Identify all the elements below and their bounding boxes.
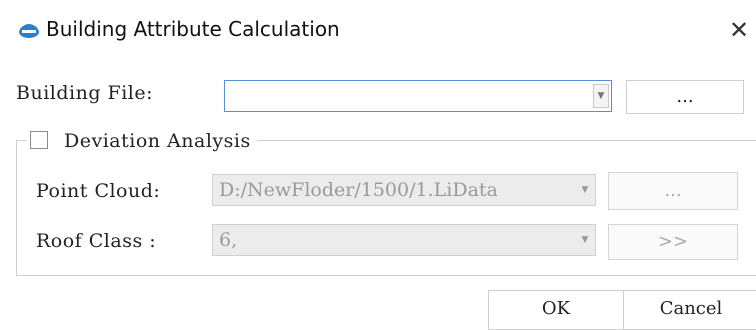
chevron-down-icon[interactable]: ▼ — [577, 228, 593, 252]
point-cloud-browse-button[interactable]: ... — [608, 172, 738, 210]
close-icon[interactable]: ✕ — [726, 16, 752, 44]
app-logo-icon — [18, 23, 40, 39]
point-cloud-value: D:/NewFloder/1500/1.LiData — [219, 179, 498, 201]
point-cloud-combo[interactable]: D:/NewFloder/1500/1.LiData ▼ — [212, 174, 596, 206]
chevron-down-icon[interactable]: ▼ — [593, 84, 609, 108]
building-file-combo[interactable]: ▼ — [224, 80, 612, 112]
cancel-button[interactable]: Cancel — [623, 290, 756, 330]
building-attribute-dialog: Building Attribute Calculation ✕ Buildin… — [0, 0, 756, 330]
roof-class-label: Roof Class : — [36, 230, 157, 252]
chevron-down-icon[interactable]: ▼ — [577, 178, 593, 202]
deviation-analysis-label: Deviation Analysis — [64, 130, 251, 152]
building-file-label: Building File: — [16, 82, 154, 104]
point-cloud-label: Point Cloud: — [36, 180, 161, 202]
ok-button[interactable]: OK — [488, 290, 624, 330]
roof-class-value: 6, — [219, 229, 238, 251]
window-title: Building Attribute Calculation — [46, 17, 340, 41]
deviation-analysis-legend: Deviation Analysis — [26, 126, 257, 156]
roof-class-combo[interactable]: 6, ▼ — [212, 224, 596, 256]
deviation-analysis-checkbox[interactable] — [30, 131, 48, 149]
title-bar: Building Attribute Calculation ✕ — [0, 0, 756, 62]
building-file-browse-button[interactable]: ... — [626, 80, 744, 114]
roof-class-expand-button[interactable]: >> — [608, 224, 738, 260]
